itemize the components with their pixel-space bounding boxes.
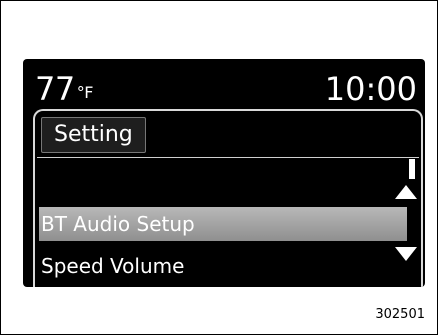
settings-panel: Setting BT Audio Setup Speed Volume bbox=[33, 109, 423, 287]
scroll-up-icon[interactable] bbox=[395, 185, 417, 199]
panel-divider bbox=[37, 157, 419, 158]
tab-setting[interactable]: Setting bbox=[41, 117, 146, 153]
scrollbar-indicator[interactable] bbox=[409, 159, 415, 179]
menu-item-bt-audio-setup[interactable]: BT Audio Setup bbox=[39, 207, 407, 241]
scroll-down-icon[interactable] bbox=[395, 247, 417, 261]
temperature-readout: 77 °F bbox=[35, 71, 93, 111]
temperature-unit: °F bbox=[76, 83, 94, 102]
temperature-value: 77 bbox=[35, 70, 75, 108]
clock-readout: 10:00 bbox=[324, 70, 417, 108]
figure-frame: 77 °F 10:00 Setting BT Audio Setup Speed … bbox=[0, 0, 438, 335]
figure-reference-number: 302501 bbox=[375, 307, 425, 322]
display-screen: 77 °F 10:00 Setting BT Audio Setup Speed … bbox=[23, 59, 425, 287]
menu-item-speed-volume[interactable]: Speed Volume bbox=[39, 249, 407, 283]
